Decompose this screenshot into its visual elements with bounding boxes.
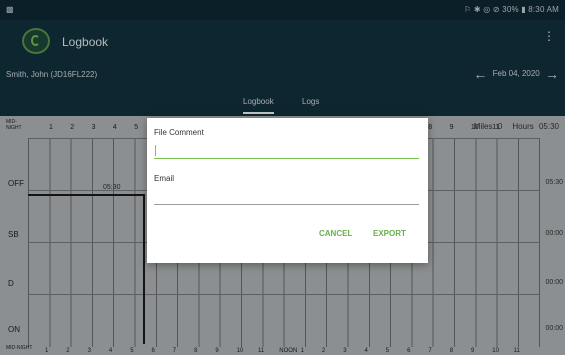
file-comment-label: File Comment [154,128,204,137]
file-comment-field[interactable] [154,144,419,159]
email-label: Email [154,174,175,183]
export-dialog: File Comment Email CANCEL EXPORT [147,118,428,263]
text-cursor [155,145,156,156]
cancel-button[interactable]: CANCEL [319,229,352,238]
export-button[interactable]: EXPORT [373,229,406,238]
email-field[interactable] [154,190,419,205]
